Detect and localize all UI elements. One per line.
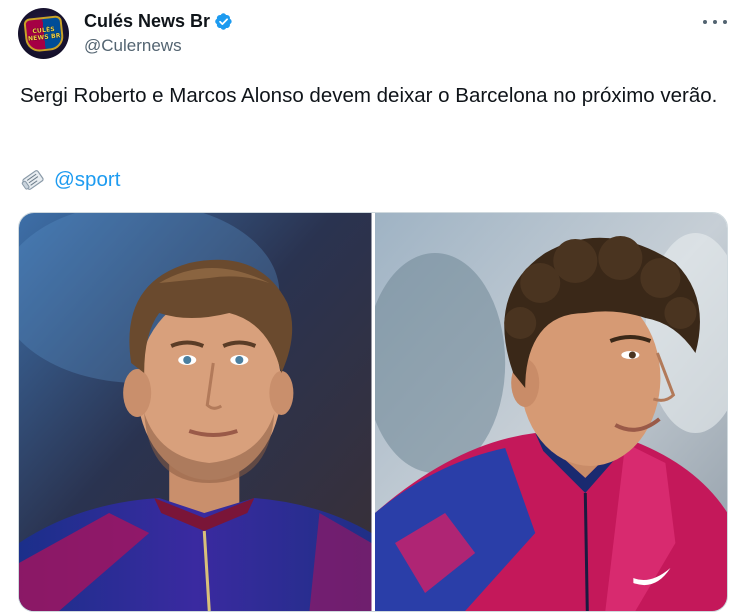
- source-mention-link[interactable]: @sport: [54, 168, 120, 192]
- avatar[interactable]: CULÉS NEWS BR: [18, 8, 69, 59]
- media-grid: [18, 212, 728, 612]
- player-photo-left: [19, 213, 372, 611]
- tweet-text: Sergi Roberto e Marcos Alonso devem deix…: [20, 84, 718, 107]
- more-dot-icon: [703, 20, 707, 24]
- player-photo-right: [374, 213, 727, 611]
- newspaper-icon: [21, 170, 44, 190]
- more-options-button[interactable]: [703, 12, 727, 32]
- source-row: @sport: [20, 167, 120, 193]
- avatar-logo: CULÉS NEWS BR: [22, 14, 65, 53]
- sergi-roberto-photo[interactable]: [19, 213, 372, 611]
- marcos-alonso-photo[interactable]: [374, 213, 727, 611]
- display-name[interactable]: Culés News Br: [84, 11, 210, 32]
- verified-badge-icon: [215, 13, 232, 30]
- author-handle[interactable]: @Culernews: [84, 36, 182, 56]
- more-dot-icon: [713, 20, 717, 24]
- author-name-row: Culés News Br: [84, 11, 233, 32]
- more-dot-icon: [723, 20, 727, 24]
